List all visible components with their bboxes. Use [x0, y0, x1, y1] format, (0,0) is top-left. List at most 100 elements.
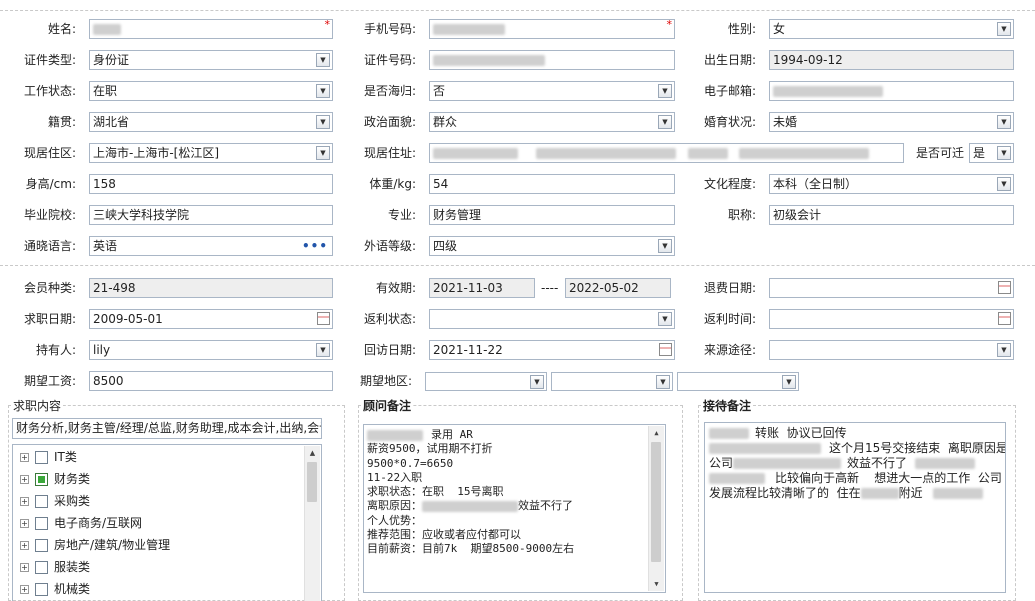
job-date-field[interactable]: 2009-05-01 — [89, 309, 333, 329]
work-status-select[interactable]: 在职 ▼ — [89, 81, 333, 101]
tree-scrollbar[interactable]: ▲ — [304, 446, 320, 601]
refund-date-field[interactable] — [769, 278, 1014, 298]
expand-icon[interactable]: + — [20, 453, 29, 462]
region-city-select[interactable]: ▼ — [551, 372, 673, 391]
education-select[interactable]: 本科（全日制） ▼ — [769, 174, 1014, 194]
salary-field[interactable]: 8500 — [89, 371, 333, 391]
education-value: 本科（全日制） — [773, 177, 858, 191]
source-select[interactable]: ▼ — [769, 340, 1014, 360]
checkbox[interactable] — [35, 539, 48, 552]
advisor-line: 离职原因： — [367, 499, 422, 513]
native-select[interactable]: 湖北省 ▼ — [89, 112, 333, 132]
region-district-select[interactable]: ▼ — [677, 372, 799, 391]
chevron-down-icon[interactable]: ▼ — [656, 375, 670, 389]
job-category-tree[interactable]: + IT类 + 财务类 + 采购类 + 电子商务/互联网 + 房地产/建筑/物业管理 + 服… — [12, 444, 322, 601]
calendar-icon[interactable] — [998, 281, 1011, 294]
scroll-thumb[interactable] — [307, 462, 317, 502]
title-field[interactable]: 初级会计 — [769, 205, 1014, 225]
residence-area-select[interactable]: 上海市-上海市-[松江区] ▼ — [89, 143, 333, 163]
calendar-icon[interactable] — [317, 312, 330, 325]
expand-icon[interactable]: + — [20, 541, 29, 550]
expand-icon[interactable]: + — [20, 563, 29, 572]
more-icon[interactable]: ••• — [302, 237, 328, 255]
chevron-down-icon[interactable]: ▼ — [530, 375, 544, 389]
residence-area-value: 上海市-上海市-[松江区] — [93, 146, 220, 160]
language-picker[interactable]: 英语 ••• — [89, 236, 333, 256]
redacted-name — [367, 429, 423, 441]
checkbox[interactable] — [35, 451, 48, 464]
tree-item-label: 采购类 — [54, 494, 91, 508]
tree-item-ecommerce[interactable]: + 电子商务/互联网 — [13, 513, 142, 533]
tree-item-finance[interactable]: + 财务类 — [13, 469, 90, 489]
visit-date-field[interactable]: 2021-11-22 — [429, 340, 675, 360]
calendar-icon[interactable] — [998, 312, 1011, 325]
tree-item-realestate[interactable]: + 房地产/建筑/物业管理 — [13, 535, 170, 555]
major-field[interactable]: 财务管理 — [429, 205, 675, 225]
email-field[interactable] — [769, 81, 1014, 101]
mobile-field[interactable]: * — [429, 19, 675, 39]
chevron-down-icon[interactable]: ▼ — [316, 84, 330, 98]
id-type-select[interactable]: 身份证 ▼ — [89, 50, 333, 70]
checkbox-checked[interactable] — [35, 473, 48, 486]
foreign-level-value: 四级 — [433, 239, 458, 253]
checkbox[interactable] — [35, 517, 48, 530]
relocate-select[interactable]: 是 ▼ — [969, 143, 1014, 163]
chevron-down-icon[interactable]: ▼ — [658, 239, 672, 253]
gender-select[interactable]: 女 ▼ — [769, 19, 1014, 39]
advisor-scrollbar[interactable]: ▲ ▼ — [648, 426, 664, 591]
chevron-down-icon[interactable]: ▼ — [316, 343, 330, 357]
chevron-down-icon[interactable]: ▼ — [782, 375, 796, 389]
political-select[interactable]: 群众 ▼ — [429, 112, 675, 132]
calendar-icon[interactable] — [659, 343, 672, 356]
rebate-status-select[interactable]: ▼ — [429, 309, 675, 329]
name-field[interactable]: * — [89, 19, 333, 39]
tree-item-it[interactable]: + IT类 — [13, 447, 77, 467]
chevron-down-icon[interactable]: ▼ — [316, 53, 330, 67]
marital-select[interactable]: 未婚 ▼ — [769, 112, 1014, 132]
holder-label: 持有人: — [35, 343, 76, 357]
weight-field[interactable]: 54 — [429, 174, 675, 194]
region-province-select[interactable]: ▼ — [425, 372, 547, 391]
chevron-down-icon[interactable]: ▼ — [997, 115, 1011, 129]
chevron-down-icon[interactable]: ▼ — [316, 146, 330, 160]
rebate-time-field[interactable] — [769, 309, 1014, 329]
chevron-down-icon[interactable]: ▼ — [658, 84, 672, 98]
scroll-up-icon[interactable]: ▲ — [649, 426, 664, 440]
salary-value: 8500 — [93, 374, 124, 388]
address-field[interactable] — [429, 143, 904, 163]
top-divider — [0, 10, 1035, 11]
advisor-notes-textarea[interactable]: 录用 AR 薪资9500，试用期不打折 9500*0.7=6650 11-22入… — [363, 424, 666, 593]
id-no-field[interactable] — [429, 50, 675, 70]
chevron-down-icon[interactable]: ▼ — [997, 177, 1011, 191]
tree-item-apparel[interactable]: + 服装类 — [13, 557, 90, 577]
checkbox[interactable] — [35, 561, 48, 574]
scroll-up-icon[interactable]: ▲ — [305, 446, 320, 460]
height-field[interactable]: 158 — [89, 174, 333, 194]
tree-item-label: 房地产/建筑/物业管理 — [54, 538, 171, 552]
checkbox[interactable] — [35, 495, 48, 508]
tree-item-machinery[interactable]: + 机械类 — [13, 579, 90, 599]
scroll-down-icon[interactable]: ▼ — [649, 577, 664, 591]
redacted-address — [535, 148, 676, 159]
chevron-down-icon[interactable]: ▼ — [316, 115, 330, 129]
valid-to-field: 2022-05-02 — [565, 278, 671, 298]
holder-select[interactable]: lily ▼ — [89, 340, 333, 360]
chevron-down-icon[interactable]: ▼ — [658, 312, 672, 326]
chevron-down-icon[interactable]: ▼ — [997, 343, 1011, 357]
expand-icon[interactable]: + — [20, 519, 29, 528]
expand-icon[interactable]: + — [20, 585, 29, 594]
returnee-select[interactable]: 否 ▼ — [429, 81, 675, 101]
returnee-label: 是否海归: — [363, 84, 416, 98]
job-summary-field[interactable]: 财务分析,财务主管/经理/总监,财务助理,成本会计,出纳,会计 — [12, 418, 322, 439]
checkbox[interactable] — [35, 583, 48, 596]
chevron-down-icon[interactable]: ▼ — [997, 22, 1011, 36]
school-field[interactable]: 三峡大学科技学院 — [89, 205, 333, 225]
chevron-down-icon[interactable]: ▼ — [997, 146, 1011, 160]
foreign-level-select[interactable]: 四级 ▼ — [429, 236, 675, 256]
tree-item-purchasing[interactable]: + 采购类 — [13, 491, 90, 511]
reception-notes-textarea[interactable]: 转账 协议已回传 这个月15号交接结束 离职原因是 公司 效益不行了 比较偏向于高… — [704, 422, 1006, 593]
chevron-down-icon[interactable]: ▼ — [658, 115, 672, 129]
scroll-thumb[interactable] — [651, 442, 661, 562]
expand-icon[interactable]: + — [20, 497, 29, 506]
expand-icon[interactable]: + — [20, 475, 29, 484]
